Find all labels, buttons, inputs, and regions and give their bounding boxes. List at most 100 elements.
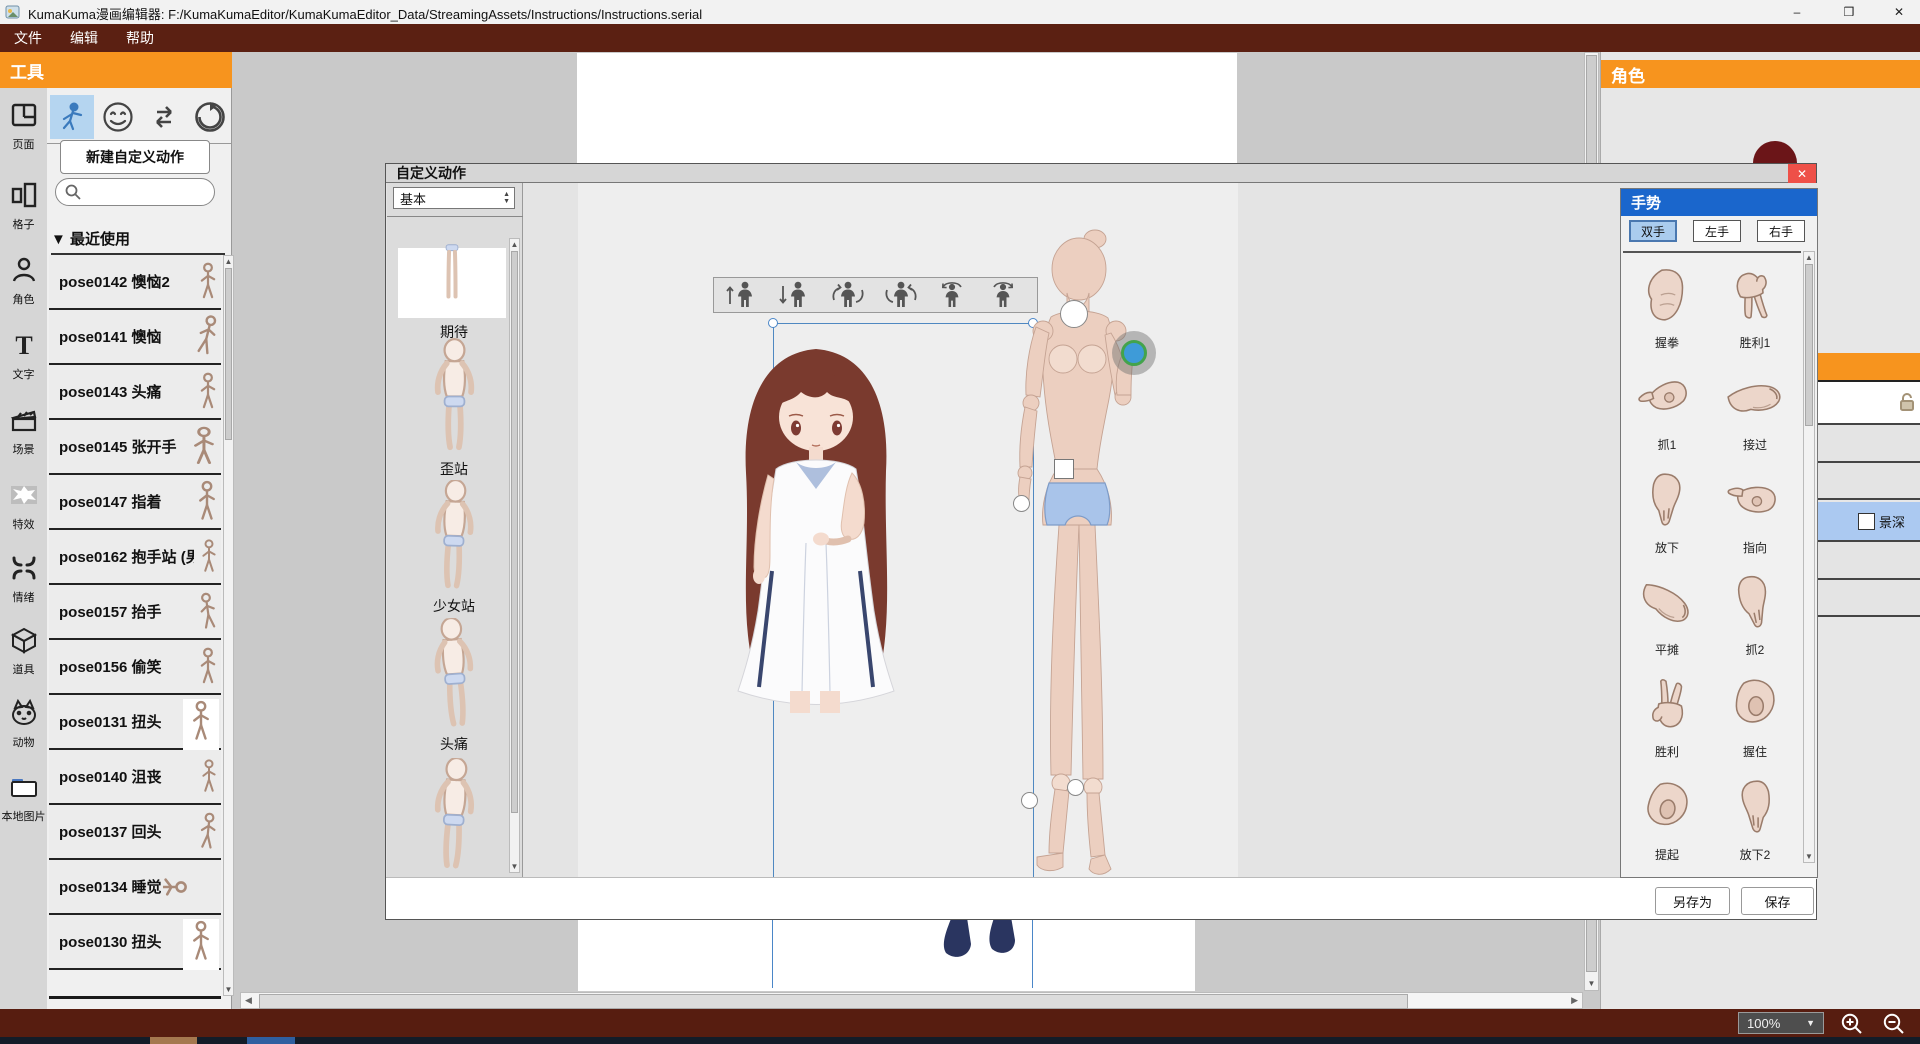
list-item-pose0140[interactable]: pose0140 沮丧 [49, 750, 221, 805]
save-button[interactable]: 保存 [1741, 887, 1814, 915]
pose-option-shaonvzhan[interactable] [413, 480, 495, 597]
layer-row[interactable] [1818, 463, 1920, 500]
shoulder-handle-ring[interactable] [1112, 331, 1156, 375]
canvas-horizontal-scrollbar[interactable]: ◀ ▶ [240, 992, 1583, 1009]
sidebar-item-page[interactable]: 页面 [0, 100, 47, 152]
recent-list-scrollbar[interactable]: ▲ ▼ [223, 255, 234, 996]
wrist-handle[interactable] [1013, 495, 1030, 512]
window-close-button[interactable]: ✕ [1884, 5, 1914, 19]
tab-swap-tool[interactable] [142, 95, 186, 139]
search-input[interactable] [82, 184, 196, 201]
menu-edit[interactable]: 编辑 [56, 28, 112, 48]
pose-option-waizhan[interactable] [417, 338, 492, 460]
sidebar-item-local-image[interactable]: 本地图片 [0, 772, 47, 824]
gesture-item-pingtan[interactable]: 平摊 [1623, 560, 1711, 662]
list-item-pose0142[interactable]: pose0142 懊恼2 [49, 255, 221, 310]
list-item-pose0137[interactable]: pose0137 回头 [49, 805, 221, 860]
tab-right-hand[interactable]: 右手 [1757, 220, 1805, 242]
tab-both-hands[interactable]: 双手 [1629, 220, 1677, 242]
search-icon [64, 183, 82, 201]
person-up-icon[interactable] [726, 280, 758, 310]
gesture-item-fangxia[interactable]: 放下 [1623, 458, 1711, 560]
layer-row-locked[interactable] [1818, 382, 1920, 425]
hip-handle[interactable] [1054, 459, 1074, 479]
person-turn-left-icon[interactable] [938, 280, 968, 310]
category-dropdown[interactable]: 基本 ▲▼ [393, 187, 515, 209]
horizontal-scroll-thumb[interactable] [259, 994, 1408, 1009]
maximize-button[interactable]: ❒ [1834, 5, 1864, 19]
zoom-level-dropdown[interactable]: 100% ▼ [1738, 1012, 1824, 1034]
shoulder-handle[interactable] [1121, 340, 1147, 366]
person-down-icon[interactable] [779, 280, 811, 310]
tab-expression-tool[interactable] [96, 95, 140, 139]
gesture-item-wozhu[interactable]: 握住 [1711, 662, 1799, 764]
minimize-button[interactable]: – [1782, 5, 1812, 19]
scroll-right-arrow-icon[interactable]: ▶ [1571, 995, 1578, 1006]
gesture-item-zhua1[interactable]: 抓1 [1623, 355, 1711, 457]
tab-reset-tool[interactable] [188, 95, 232, 139]
sidebar-item-panel[interactable]: 格子 [0, 180, 47, 232]
list-item-pose0147[interactable]: pose0147 指着 [49, 475, 221, 530]
anime-girl-character[interactable] [656, 343, 996, 879]
layer-row[interactable] [1818, 542, 1920, 580]
dialog-titlebar[interactable]: 自定义动作 [386, 164, 1816, 183]
gesture-item-woquan[interactable]: 握拳 [1623, 253, 1711, 355]
hidden-panel-header [1818, 353, 1920, 382]
list-item-pose0134[interactable]: pose0134 睡觉 [49, 860, 221, 915]
sidebar-item-animal[interactable]: 动物 [0, 698, 47, 750]
gesture-scrollbar[interactable]: ▲ ▼ [1803, 251, 1815, 863]
dialog-close-button[interactable]: ✕ [1788, 164, 1816, 183]
list-item-pose0156[interactable]: pose0156 偷笑 [49, 640, 221, 695]
layer-row[interactable] [1818, 425, 1920, 463]
sidebar-item-prop[interactable]: 道具 [0, 625, 47, 677]
recent-section-header[interactable]: ▼ 最近使用 [51, 228, 225, 255]
person-rotate-right-icon[interactable] [885, 280, 917, 310]
knee-handle-right[interactable] [1067, 779, 1084, 796]
selection-handle[interactable] [768, 318, 778, 328]
gesture-item-jieguo[interactable]: 接过 [1711, 355, 1799, 457]
list-item-pose0143[interactable]: pose0143 头痛 [49, 365, 221, 420]
prop-icon [9, 625, 39, 655]
sidebar-item-character[interactable]: 角色 [0, 255, 47, 307]
spinner-icon[interactable]: ▲▼ [503, 191, 510, 205]
gesture-item-shengli[interactable]: 胜利 [1623, 662, 1711, 764]
layer-row-selected[interactable]: 景深 [1818, 502, 1920, 542]
list-item-pose0141[interactable]: pose0141 懊恼 [49, 310, 221, 365]
list-item-pose0162[interactable]: pose0162 抱手站 (男 [49, 530, 221, 585]
recent-pose-list: pose0142 懊恼2 pose0141 懊恼 pose0143 头痛 pos… [49, 255, 221, 999]
zoom-in-icon[interactable] [1840, 1012, 1866, 1036]
sidebar-item-text[interactable]: T 文字 [0, 330, 47, 382]
tab-pose-tool[interactable] [50, 95, 94, 139]
pose-option-fangsongzhan[interactable] [415, 758, 493, 877]
knee-handle-left[interactable] [1021, 792, 1038, 809]
list-item-pose0131[interactable]: pose0131 扭头 [49, 695, 221, 750]
list-item-pose0130[interactable]: pose0130 扭头 [49, 915, 221, 970]
person-turn-right-icon[interactable] [989, 280, 1019, 310]
sidebar-item-scene[interactable]: 场景 [0, 405, 47, 457]
zoom-out-icon[interactable] [1882, 1012, 1908, 1036]
gesture-item-fangxia2[interactable]: 放下2 [1711, 765, 1799, 867]
save-as-button[interactable]: 另存为 [1655, 887, 1730, 915]
person-rotate-left-icon[interactable] [832, 280, 864, 310]
sidebar-item-effect[interactable]: 特效 [0, 480, 47, 532]
sidebar-item-emotion[interactable]: 情绪 [0, 553, 47, 605]
pose-option-qidai[interactable] [398, 248, 506, 318]
pose-mannequin[interactable] [991, 223, 1181, 879]
scroll-left-arrow-icon[interactable]: ◀ [245, 995, 252, 1006]
tab-left-hand[interactable]: 左手 [1693, 220, 1741, 242]
layer-row[interactable] [1818, 580, 1920, 617]
gesture-item-zhixiang[interactable]: 指向 [1711, 458, 1799, 560]
pose-list-scrollbar[interactable]: ▲ ▼ [509, 238, 520, 873]
depth-checkbox[interactable] [1858, 513, 1875, 530]
list-item-pose0157[interactable]: pose0157 抬手 [49, 585, 221, 640]
gesture-item-zhua2[interactable]: 抓2 [1711, 560, 1799, 662]
menu-file[interactable]: 文件 [0, 28, 56, 48]
neck-handle[interactable] [1060, 300, 1088, 328]
pose-option-toutong[interactable] [417, 618, 492, 735]
gesture-item-shengli1[interactable]: 胜利1 [1711, 253, 1799, 355]
menu-help[interactable]: 帮助 [112, 28, 168, 48]
gesture-item-tiqi[interactable]: 提起 [1623, 765, 1711, 867]
new-custom-action-button[interactable]: 新建自定义动作 [60, 140, 210, 174]
list-item-pose0145[interactable]: pose0145 张开手 [49, 420, 221, 475]
unlock-icon[interactable] [1899, 393, 1915, 411]
